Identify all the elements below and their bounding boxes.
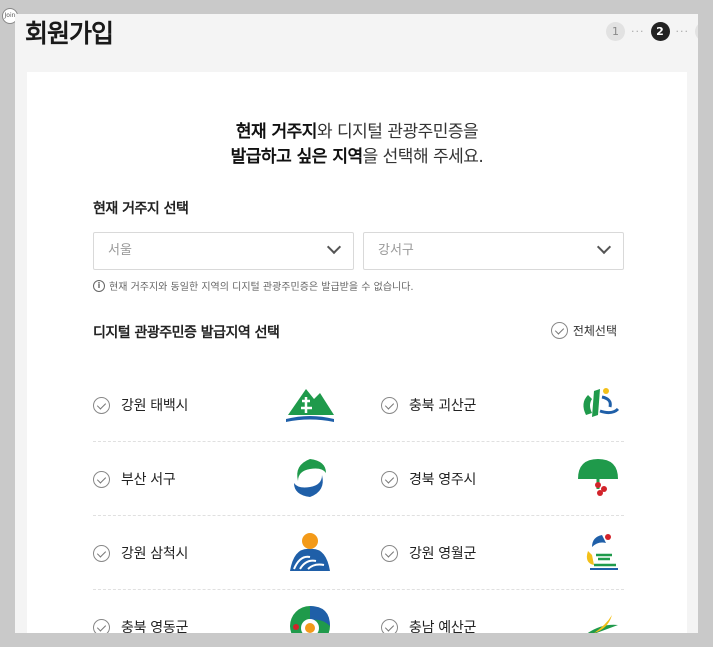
region-name: 충북 영동군	[121, 620, 189, 633]
region-item-goesan[interactable]: 충북 괴산군	[381, 368, 624, 442]
residence-note: i 현재 거주지와 동일한 지역의 디지털 관광주민증은 발급받을 수 없습니다…	[93, 278, 414, 293]
region-name: 충북 괴산군	[409, 398, 477, 414]
page-frame: Join 회원가입 1 ··· 2 ··· 3 현재 거주지와 디지털 관광주민…	[0, 0, 713, 647]
region-item-yeongwol[interactable]: 강원 영월군	[381, 516, 624, 590]
region-name: 충남 예산군	[409, 620, 477, 633]
goesan-logo-icon	[583, 388, 620, 417]
check-circle-icon	[93, 396, 110, 414]
headline-bold-1: 현재 거주지	[235, 122, 318, 142]
region-name: 강원 태백시	[121, 398, 189, 414]
region-row: 부산 서구 경북 영주시	[93, 442, 624, 516]
headline-text-1: 와 디지털 관광주민증을	[316, 122, 479, 142]
chevron-down-icon	[326, 239, 342, 255]
check-circle-icon	[381, 470, 398, 488]
region-item-yeongju[interactable]: 경북 영주시	[381, 442, 624, 516]
select-all-button[interactable]: 전체선택	[550, 322, 617, 339]
region-item-samcheok[interactable]: 강원 삼척시	[93, 516, 336, 590]
step-3: 3	[695, 22, 698, 41]
residence-label: 현재 거주지 선택	[93, 201, 189, 217]
step-1: 1	[606, 22, 625, 41]
check-circle-icon	[93, 470, 110, 488]
region-item-yesan[interactable]: 충남 예산군	[381, 590, 624, 633]
check-circle-icon	[381, 396, 398, 414]
step-indicator: 1 ··· 2 ··· 3	[606, 22, 698, 41]
step-divider: ···	[675, 25, 689, 38]
taebaek-logo-icon	[286, 389, 334, 422]
check-circle-icon	[93, 618, 110, 633]
chevron-down-icon	[596, 239, 612, 255]
region-name: 경북 영주시	[409, 472, 477, 488]
region-row: 강원 태백시 충북 괴산군	[93, 368, 624, 442]
issue-region-label: 디지털 관광주민증 발급지역 선택	[93, 325, 280, 341]
check-circle-icon	[93, 544, 110, 562]
region-item-busan-seogu[interactable]: 부산 서구	[93, 442, 336, 516]
header: 회원가입 1 ··· 2 ··· 3	[15, 14, 698, 72]
check-circle-icon	[550, 322, 568, 339]
step-2-active: 2	[650, 22, 670, 41]
region-name: 부산 서구	[121, 472, 176, 488]
busan-seogu-logo-icon	[294, 459, 326, 497]
signup-sheet: 회원가입 1 ··· 2 ··· 3 현재 거주지와 디지털 관광주민증을 발급…	[15, 14, 698, 633]
form-card: 현재 거주지와 디지털 관광주민증을 발급하고 싶은 지역을 선택해 주세요. …	[27, 72, 687, 633]
headline-bold-2: 발급하고 싶은 지역	[230, 147, 363, 167]
select-all-label: 전체선택	[572, 324, 617, 338]
district-select-value: 강서구	[378, 243, 414, 258]
step-divider: ···	[631, 25, 645, 38]
region-name: 강원 영월군	[409, 546, 477, 562]
page-title: 회원가입	[25, 19, 114, 48]
check-circle-icon	[381, 544, 398, 562]
city-select[interactable]: 서울	[93, 232, 354, 270]
region-row: 충북 영동군 충남 예산군	[93, 590, 624, 633]
headline: 현재 거주지와 디지털 관광주민증을 발급하고 싶은 지역을 선택해 주세요.	[27, 120, 687, 170]
yesan-logo-icon	[587, 615, 618, 633]
yeongju-logo-icon	[578, 459, 618, 496]
headline-text-2: 을 선택해 주세요.	[362, 147, 484, 167]
region-item-yeongdong[interactable]: 충북 영동군	[93, 590, 336, 633]
samcheok-logo-icon	[290, 533, 330, 571]
residence-note-text: 현재 거주지와 동일한 지역의 디지털 관광주민증은 발급받을 수 없습니다.	[109, 282, 414, 293]
region-grid: 강원 태백시 충북 괴산군 부산 서구 경북 영주시 강원 삼척시 강원 영월군…	[93, 368, 624, 633]
region-row: 강원 삼척시 강원 영월군	[93, 516, 624, 590]
info-icon: i	[93, 279, 105, 292]
region-name: 강원 삼척시	[121, 546, 189, 562]
city-select-value: 서울	[108, 243, 132, 258]
region-item-taebaek[interactable]: 강원 태백시	[93, 368, 336, 442]
check-circle-icon	[381, 618, 398, 633]
yeongwol-logo-icon	[586, 534, 618, 570]
yeongdong-logo-icon	[290, 606, 330, 633]
district-select[interactable]: 강서구	[363, 232, 624, 270]
